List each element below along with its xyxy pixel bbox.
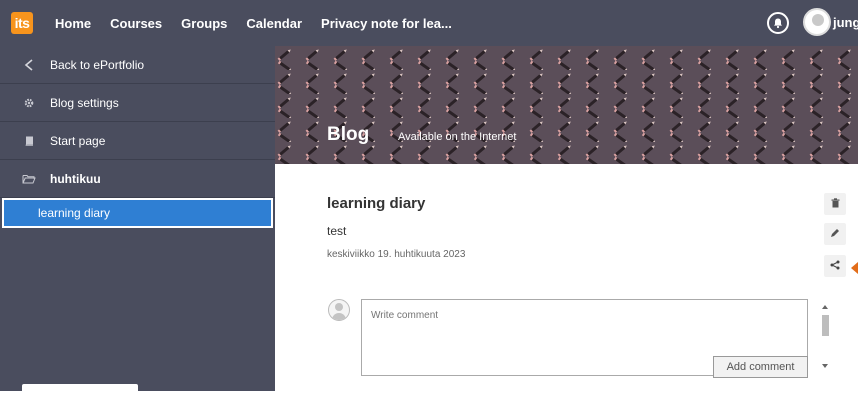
sidebar-item-start-page[interactable]: Start page: [0, 122, 275, 160]
edit-button[interactable]: [824, 223, 846, 245]
share-button[interactable]: [824, 255, 846, 277]
post-date: keskiviikko 19. huhtikuuta 2023: [327, 249, 466, 260]
book-icon: [22, 134, 36, 148]
user-name[interactable]: jung: [833, 15, 858, 30]
add-comment-button[interactable]: Add comment: [713, 356, 808, 378]
sidebar-item-learning-diary[interactable]: learning diary: [2, 198, 273, 228]
nav-home[interactable]: Home: [55, 16, 91, 31]
bell-icon[interactable]: [767, 12, 789, 34]
sidebar-item-blog-settings-label: Blog settings: [50, 95, 119, 110]
its-logo[interactable]: its: [11, 12, 33, 34]
chevron-left-icon: [22, 58, 36, 72]
share-icon: [830, 260, 840, 273]
post-body: test: [327, 224, 347, 238]
folder-open-icon: [22, 172, 36, 186]
gear-icon: [22, 96, 36, 110]
pencil-icon: [830, 228, 840, 241]
main-nav: Home Courses Groups Calendar Privacy not…: [55, 0, 471, 46]
top-navigation-bar: its Home Courses Groups Calendar Privacy…: [0, 0, 858, 46]
share-tooltip-pointer: [851, 262, 858, 274]
sidebar-item-folder-label: huhtikuu: [50, 171, 101, 186]
scroll-down-arrow-icon[interactable]: [822, 364, 828, 368]
sidebar-item-back[interactable]: Back to ePortfolio: [0, 46, 275, 84]
comment-scrollbar[interactable]: [820, 300, 832, 373]
sidebar-item-blog-settings[interactable]: Blog settings: [0, 84, 275, 122]
sidebar-item-back-label: Back to ePortfolio: [50, 57, 145, 72]
user-avatar[interactable]: [803, 8, 831, 36]
visibility-status: Available on the Internet: [398, 131, 517, 143]
sidebar-bottom-panel: [22, 384, 138, 394]
sidebar: Back to ePortfolio Blog settings Start p…: [0, 46, 275, 394]
nav-privacy-note[interactable]: Privacy note for lea...: [321, 16, 452, 31]
sidebar-item-folder-huhtikuu[interactable]: huhtikuu: [0, 160, 275, 198]
page-title: Blog: [327, 124, 370, 145]
delete-button[interactable]: [824, 193, 846, 215]
nav-courses[interactable]: Courses: [110, 16, 162, 31]
scroll-thumb[interactable]: [822, 315, 829, 336]
sidebar-item-start-page-label: Start page: [50, 133, 106, 148]
sidebar-item-learning-diary-label: learning diary: [38, 206, 111, 220]
trash-icon: [831, 197, 840, 211]
comment-avatar-icon: [328, 299, 350, 321]
pencil-pattern: [275, 46, 858, 164]
nav-calendar[interactable]: Calendar: [246, 16, 302, 31]
scroll-up-arrow-icon[interactable]: [822, 305, 828, 309]
nav-groups[interactable]: Groups: [181, 16, 227, 31]
post-title: learning diary: [327, 195, 426, 212]
blog-banner: Blog Available on the Internet: [275, 46, 858, 164]
